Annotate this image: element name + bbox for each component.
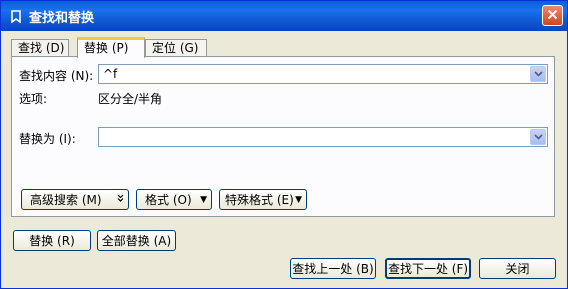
- special-format-label: 特殊格式 (E): [225, 193, 294, 207]
- advanced-search-button[interactable]: 高级搜索 (M): [21, 189, 129, 210]
- format-button[interactable]: 格式 (O) ▼: [136, 189, 212, 210]
- dropdown-arrow-icon: ▼: [200, 195, 207, 205]
- options-value: 区分全/半角: [98, 92, 163, 106]
- tab-replace[interactable]: 替换 (P): [77, 37, 145, 58]
- format-label: 格式 (O): [145, 193, 192, 207]
- replace-panel: 查找内容 (N): ^f 选项: 区分全/半角 替换为 (I): 高级搜索 (M…: [11, 56, 555, 217]
- dropdown-arrow-icon: ▼: [295, 195, 302, 205]
- close-window-button[interactable]: [542, 5, 563, 26]
- find-label: 查找内容 (N):: [19, 69, 94, 83]
- special-format-button[interactable]: 特殊格式 (E) ▼: [219, 189, 307, 210]
- advanced-search-label: 高级搜索 (M): [30, 193, 102, 207]
- double-chevron-down-icon: [117, 190, 124, 210]
- tab-find[interactable]: 查找 (D): [11, 39, 69, 57]
- app-icon: [9, 9, 23, 23]
- find-replace-dialog: 查找和替换 查找 (D) 替换 (P) 定位 (G) 查找内容 (N): ^f …: [0, 0, 568, 289]
- find-next-button[interactable]: 查找下一处 (F): [385, 258, 471, 279]
- replace-all-button[interactable]: 全部替换 (A): [97, 230, 176, 251]
- close-button[interactable]: 关闭: [479, 258, 556, 279]
- close-icon: [547, 9, 558, 23]
- replace-combo[interactable]: [98, 127, 548, 147]
- tab-goto[interactable]: 定位 (G): [145, 39, 207, 57]
- options-label: 选项:: [19, 92, 48, 106]
- replace-label: 替换为 (I):: [19, 132, 76, 146]
- replace-button[interactable]: 替换 (R): [13, 230, 91, 251]
- find-previous-button[interactable]: 查找上一处 (B): [290, 258, 376, 279]
- find-combo[interactable]: ^f: [98, 64, 548, 84]
- title-bar: 查找和替换: [1, 1, 567, 31]
- window-title: 查找和替换: [29, 10, 95, 26]
- find-input[interactable]: ^f: [103, 67, 117, 81]
- chevron-down-icon[interactable]: [530, 129, 546, 145]
- chevron-down-icon[interactable]: [530, 66, 546, 82]
